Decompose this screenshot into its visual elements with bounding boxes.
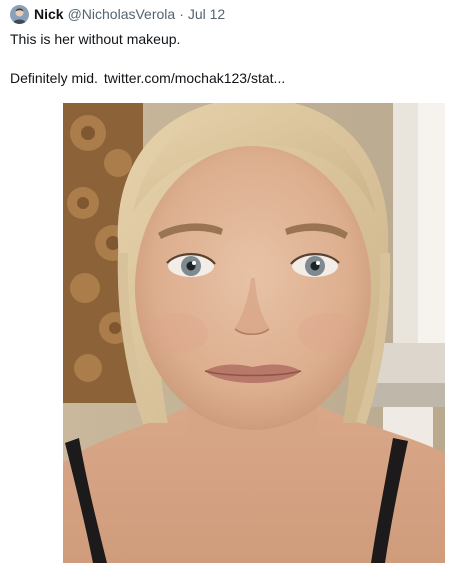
tweet-text: Definitely mid. <box>10 70 98 86</box>
avatar[interactable] <box>10 4 29 24</box>
tweet-link[interactable]: twitter.com/mochak123/stat... <box>104 70 285 86</box>
display-name[interactable]: Nick <box>34 6 64 22</box>
tweet-text-line-1: This is her without makeup. <box>10 31 180 47</box>
photo-portrait <box>63 103 445 563</box>
tweet-header: Nick @NicholasVerola · Jul 12 <box>10 4 225 24</box>
separator-dot: · <box>179 6 184 22</box>
tweet[interactable]: Nick @NicholasVerola · Jul 12 This is he… <box>0 0 472 566</box>
tweet-media-image[interactable] <box>63 103 445 563</box>
user-handle[interactable]: @NicholasVerola <box>68 6 176 22</box>
tweet-text-line-2: Definitely mid. twitter.com/mochak123/sta… <box>10 70 285 86</box>
tweet-date[interactable]: Jul 12 <box>188 6 225 22</box>
tweet-text: This is her without makeup. <box>10 31 181 47</box>
